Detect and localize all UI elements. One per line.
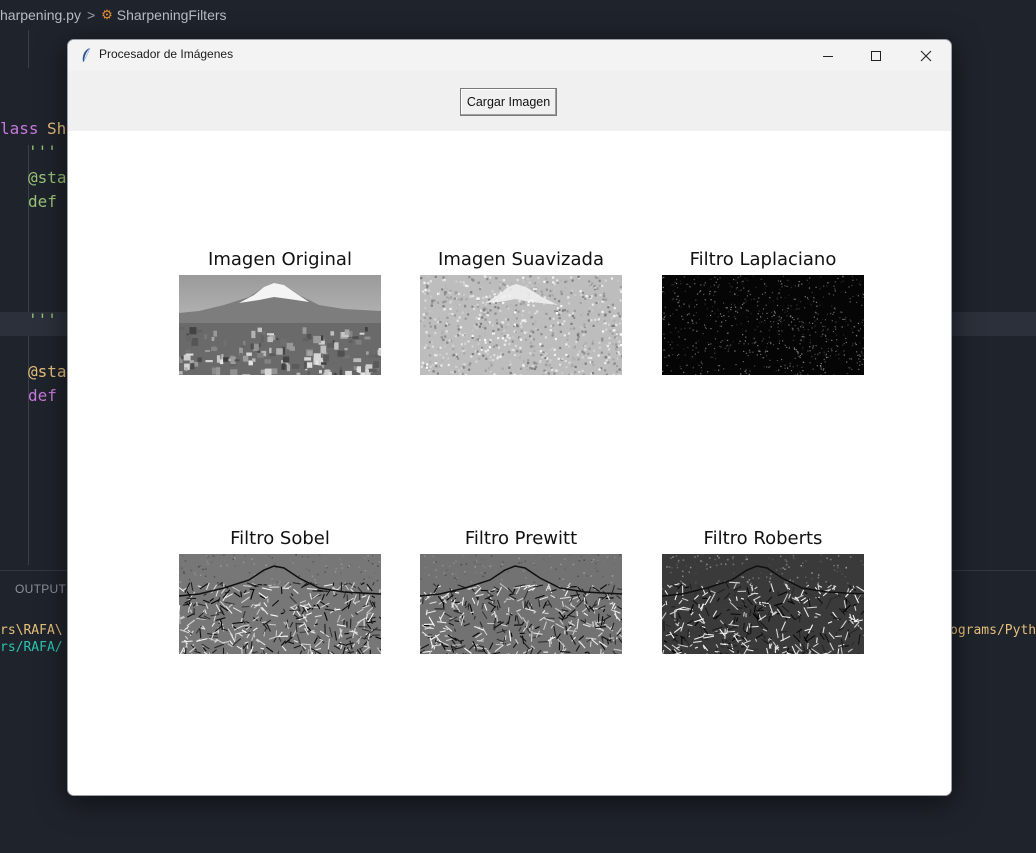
breadcrumb-symbol[interactable]: SharpeningFilters: [117, 7, 227, 23]
panel-title: Filtro Prewitt: [464, 528, 578, 549]
panel-prewitt: Filtro Prewitt: [420, 528, 622, 654]
roberts-image: [662, 554, 864, 654]
code-docstring[interactable]: ''': [28, 142, 57, 161]
prewitt-image: [420, 554, 622, 654]
close-icon: [920, 50, 932, 61]
panel-title: Filtro Roberts: [703, 528, 823, 549]
toolbar: Cargar Imagen: [68, 71, 951, 131]
feather-app-icon: [82, 47, 91, 63]
code-docstring[interactable]: ''': [28, 310, 57, 329]
class-symbol-icon: ⚙: [101, 7, 113, 22]
minimize-button[interactable]: [805, 40, 851, 71]
terminal-line: rs\RAFA\: [0, 623, 63, 638]
code-def[interactable]: def: [28, 386, 57, 405]
load-image-button[interactable]: Cargar Imagen: [460, 88, 557, 116]
window-title: Procesador de Imágenes: [99, 47, 234, 61]
chevron-right-icon: >: [86, 7, 96, 23]
panel-laplacian: Filtro Laplaciano: [662, 249, 864, 375]
panel-title: Filtro Sobel: [230, 528, 330, 549]
sobel-image: [179, 554, 381, 654]
code-decorator[interactable]: @sta: [28, 362, 67, 381]
panel-original: Imagen Original: [179, 249, 381, 375]
image-processor-window: Procesador de Imágenes Cargar Imagen Ima…: [67, 39, 952, 796]
minimize-icon: [823, 55, 833, 57]
smoothed-image: [420, 275, 622, 375]
panel-roberts: Filtro Roberts: [662, 528, 864, 654]
breadcrumb: harpening.py > ⚙ SharpeningFilters: [0, 0, 1036, 30]
panel-title: Filtro Laplaciano: [689, 249, 837, 270]
original-image: [179, 275, 381, 375]
panel-sobel: Filtro Sobel: [179, 528, 381, 654]
image-grid: Imagen Original Imagen Suavizada Filtro …: [68, 131, 951, 795]
laplacian-image: [662, 275, 864, 375]
panel-title: Imagen Suavizada: [438, 249, 604, 270]
indent-guide: [28, 30, 29, 68]
close-button[interactable]: [903, 40, 949, 71]
terminal-line: rs/RAFA/: [0, 640, 63, 655]
terminal-line: ograms/Pyth: [950, 623, 1036, 638]
tab-output[interactable]: OUTPUT: [15, 582, 66, 596]
breadcrumb-file[interactable]: harpening.py: [0, 7, 81, 23]
panel-title: Imagen Original: [208, 249, 352, 270]
code-class-name[interactable]: Sh: [47, 119, 66, 138]
code-keyword[interactable]: lass: [0, 119, 39, 138]
panel-smoothed: Imagen Suavizada: [420, 249, 622, 375]
code-def[interactable]: def: [28, 192, 57, 211]
maximize-icon: [871, 50, 881, 61]
title-bar[interactable]: Procesador de Imágenes: [68, 40, 951, 71]
maximize-button[interactable]: [853, 40, 899, 71]
code-decorator[interactable]: @sta: [28, 168, 67, 187]
